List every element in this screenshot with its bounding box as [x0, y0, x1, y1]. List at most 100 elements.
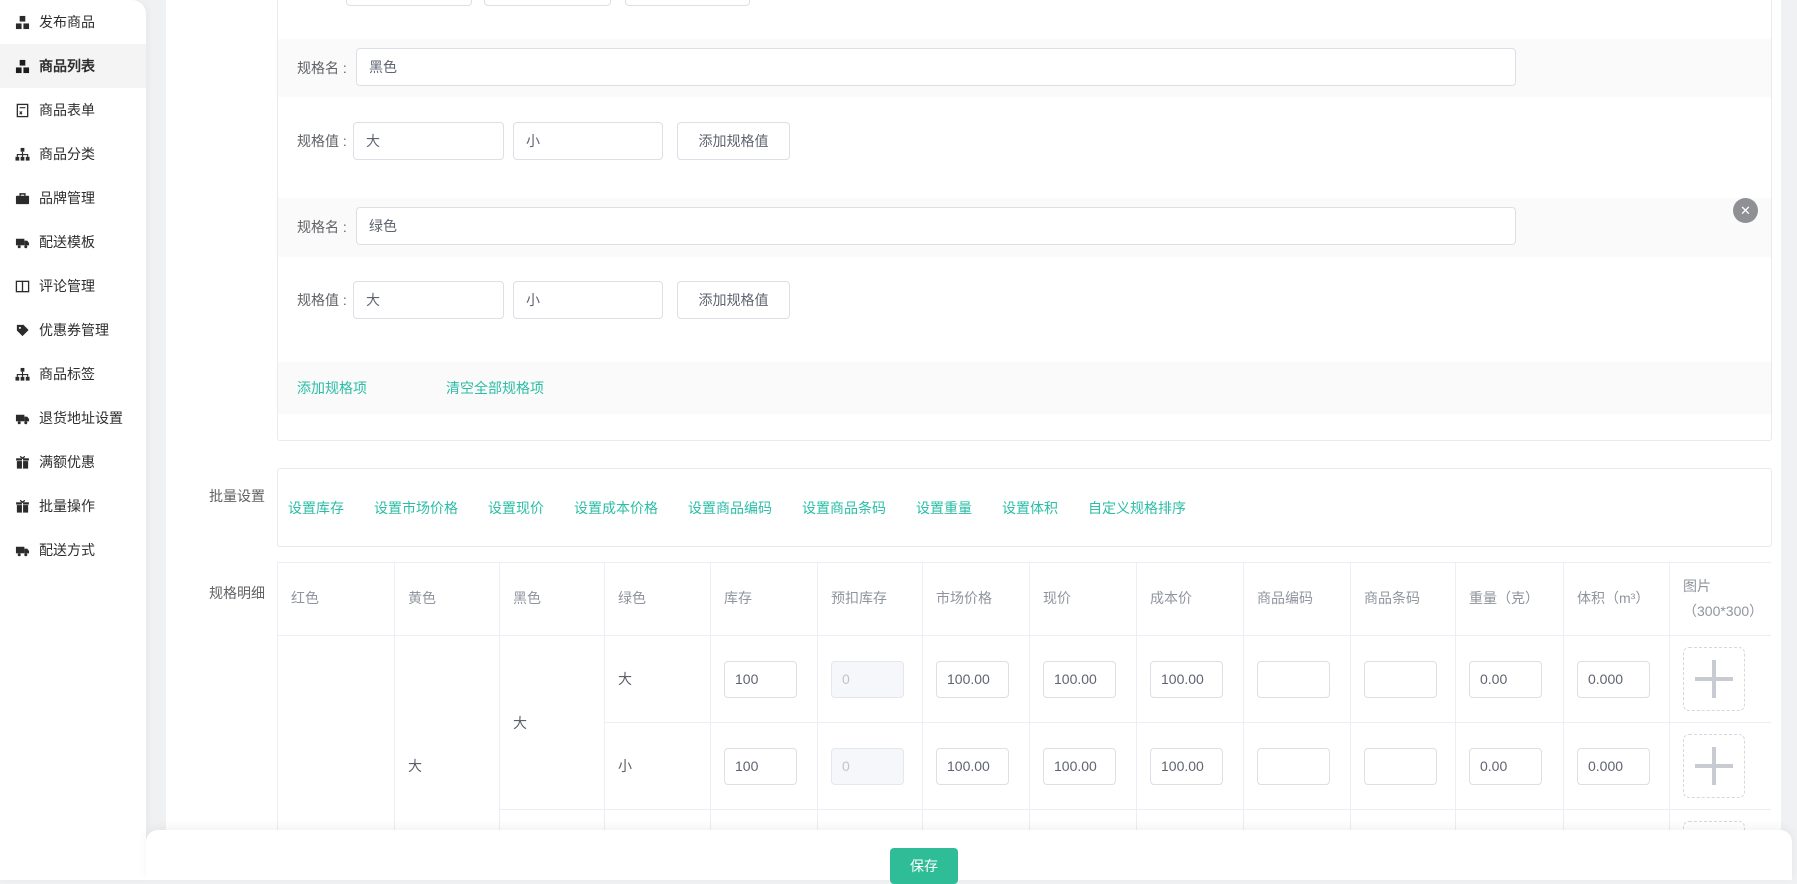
set-cost-price-link[interactable]: 设置成本价格	[574, 498, 658, 518]
spec-value-input[interactable]	[484, 0, 611, 6]
tag-icon	[15, 323, 30, 338]
set-volume-link[interactable]: 设置体积	[1002, 498, 1058, 518]
col-header-cost-price: 成本价	[1137, 563, 1244, 636]
add-spec-item-link[interactable]: 添加规格项	[297, 378, 367, 398]
col-header-hold-stock: 预扣库存	[818, 563, 923, 636]
spec-value-label: 规格值 :	[297, 281, 347, 319]
sidebar-item-label: 评论管理	[39, 276, 95, 296]
batch-settings-panel: 设置库存 设置市场价格 设置现价 设置成本价格 设置商品编码 设置商品条码 设置…	[277, 468, 1772, 547]
sidebar-item-return-address-settings[interactable]: 退货地址设置	[0, 396, 146, 440]
stock-input[interactable]	[724, 661, 797, 698]
custom-spec-sort-link[interactable]: 自定义规格排序	[1088, 498, 1186, 518]
stock-input[interactable]	[724, 748, 797, 785]
sidebar-menu: 发布商品 商品列表 商品表单 商品分类 品牌管理 配送模板 评论管理 优惠券管	[0, 0, 146, 572]
sidebar-item-product-list[interactable]: 商品列表	[0, 44, 146, 88]
col-header-stock: 库存	[711, 563, 818, 636]
sidebar-item-publish-product[interactable]: 发布商品	[0, 0, 146, 44]
spec-value-input[interactable]	[346, 0, 472, 6]
gift-icon	[15, 499, 30, 514]
image-upload-button[interactable]	[1683, 734, 1745, 798]
sidebar-item-product-category[interactable]: 商品分类	[0, 132, 146, 176]
market-price-input[interactable]	[936, 748, 1009, 785]
weight-input[interactable]	[1469, 661, 1542, 698]
spec-name-input[interactable]	[356, 48, 1516, 86]
set-weight-link[interactable]: 设置重量	[916, 498, 972, 518]
product-code-input[interactable]	[1257, 748, 1330, 785]
price-input[interactable]	[1043, 661, 1116, 698]
set-price-link[interactable]: 设置现价	[488, 498, 544, 518]
table-header-row: 红色 黄色 黑色 绿色 库存 预扣库存 市场价格 现价 成本价 商品编码 商品条…	[278, 563, 1772, 636]
col-header-volume: 体积（m³）	[1564, 563, 1670, 636]
set-market-price-link[interactable]: 设置市场价格	[374, 498, 458, 518]
add-spec-value-button[interactable]: 添加规格值	[677, 281, 790, 319]
clear-spec-items-link[interactable]: 清空全部规格项	[446, 378, 544, 398]
table-row: 小 大	[278, 810, 1772, 831]
plus-icon	[1695, 660, 1733, 698]
batch-settings-label: 批量设置	[209, 486, 265, 506]
spec-name-band: 规格名 :	[278, 198, 1771, 257]
set-stock-link[interactable]: 设置库存	[288, 498, 344, 518]
spec-name-band: 规格名 :	[278, 39, 1771, 97]
weight-input[interactable]	[1469, 748, 1542, 785]
sidebar-item-label: 批量操作	[39, 496, 95, 516]
sidebar-item-comment-management[interactable]: 评论管理	[0, 264, 146, 308]
spec-value-input[interactable]	[353, 122, 504, 160]
sidebar-item-label: 品牌管理	[39, 188, 95, 208]
barcode-input[interactable]	[1364, 748, 1437, 785]
set-product-code-link[interactable]: 设置商品编码	[688, 498, 772, 518]
remove-spec-group-button[interactable]: ✕	[1733, 198, 1758, 223]
spec-value-input[interactable]	[625, 0, 750, 6]
volume-input[interactable]	[1577, 661, 1650, 698]
sidebar-item-product-form[interactable]: 商品表单	[0, 88, 146, 132]
black-spec-cell: 小	[500, 810, 605, 831]
sidebar-item-brand-management[interactable]: 品牌管理	[0, 176, 146, 220]
green-spec-cell: 大	[605, 810, 711, 831]
price-input[interactable]	[1043, 748, 1116, 785]
col-header-image: 图片（300*300）	[1670, 563, 1772, 636]
spec-name-input[interactable]	[356, 207, 1516, 245]
sidebar-item-product-tags[interactable]: 商品标签	[0, 352, 146, 396]
spec-value-input[interactable]	[353, 281, 504, 319]
briefcase-icon	[15, 191, 30, 206]
spec-value-label: 规格值 :	[297, 122, 347, 160]
col-header-price: 现价	[1030, 563, 1137, 636]
truck-icon	[15, 235, 30, 250]
sitemap-icon	[15, 367, 30, 382]
col-header-green: 绿色	[605, 563, 711, 636]
sidebar-item-delivery-template[interactable]: 配送模板	[0, 220, 146, 264]
product-code-input[interactable]	[1257, 661, 1330, 698]
sidebar-item-full-discount[interactable]: 满额优惠	[0, 440, 146, 484]
spec-detail-label: 规格明细	[209, 583, 265, 603]
truck-icon	[15, 411, 30, 426]
spec-detail-table: 红色 黄色 黑色 绿色 库存 预扣库存 市场价格 现价 成本价 商品编码 商品条…	[277, 562, 1771, 830]
save-button[interactable]: 保存	[890, 848, 958, 884]
black-spec-cell: 大	[500, 636, 605, 810]
volume-input[interactable]	[1577, 748, 1650, 785]
sidebar-item-coupon-management[interactable]: 优惠券管理	[0, 308, 146, 352]
set-barcode-link[interactable]: 设置商品条码	[802, 498, 886, 518]
yellow-spec-cell: 大	[395, 636, 500, 831]
close-icon: ✕	[1740, 204, 1751, 217]
image-upload-button[interactable]	[1683, 821, 1745, 830]
spec-groups-panel: 规格名 : 规格值 : 添加规格值 规格名 : 规格值 : 添加规格值 添加规格…	[277, 0, 1772, 441]
image-upload-button[interactable]	[1683, 647, 1745, 711]
col-header-barcode: 商品条码	[1351, 563, 1456, 636]
cost-price-input[interactable]	[1150, 748, 1223, 785]
spec-name-label: 规格名 :	[297, 208, 347, 246]
red-spec-cell	[278, 636, 395, 831]
add-spec-value-button[interactable]: 添加规格值	[677, 122, 790, 160]
hold-stock-input	[831, 748, 904, 785]
spec-value-input[interactable]	[513, 122, 663, 160]
gift-icon	[15, 455, 30, 470]
col-header-product-code: 商品编码	[1244, 563, 1351, 636]
table-row: 大 大 大	[278, 636, 1772, 723]
barcode-input[interactable]	[1364, 661, 1437, 698]
cost-price-input[interactable]	[1150, 661, 1223, 698]
sidebar-item-batch-operations[interactable]: 批量操作	[0, 484, 146, 528]
spec-value-input[interactable]	[513, 281, 663, 319]
sidebar-item-delivery-method[interactable]: 配送方式	[0, 528, 146, 572]
hold-stock-input	[831, 661, 904, 698]
market-price-input[interactable]	[936, 661, 1009, 698]
sidebar-item-label: 退货地址设置	[39, 408, 123, 428]
cubes-icon	[15, 15, 30, 30]
